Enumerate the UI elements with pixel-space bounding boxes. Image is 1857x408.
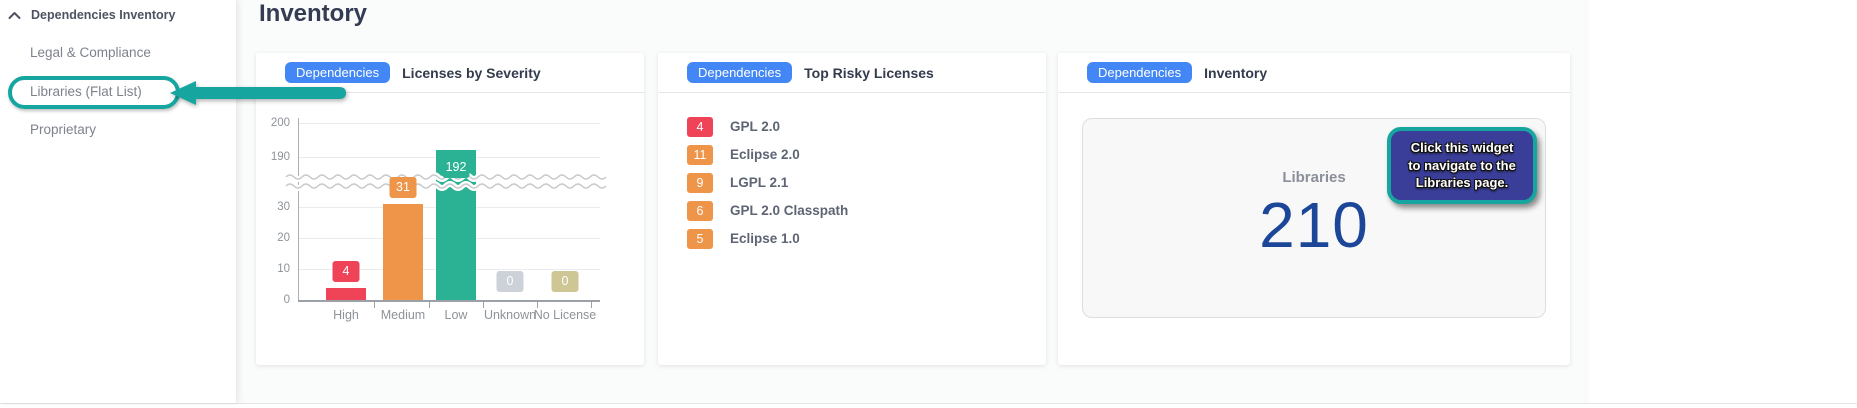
card-title: Inventory: [1204, 65, 1267, 81]
bar-medium[interactable]: [383, 204, 423, 300]
y-axis-line: [298, 118, 299, 300]
sidebar-item-legal-compliance[interactable]: Legal & Compliance: [30, 43, 151, 63]
chevron-up-icon: [8, 11, 21, 20]
y-tick-label-200: 200: [260, 117, 290, 129]
card-top-risky-licenses: Dependencies Top Risky Licenses 4 GPL 2.0…: [658, 53, 1046, 365]
license-label: GPL 2.0 Classpath: [730, 203, 848, 218]
dependencies-badge: Dependencies: [687, 62, 792, 83]
y-tick-label-20: 20: [260, 232, 290, 244]
dashboard-screen: Dependencies Inventory Legal & Complianc…: [0, 0, 1857, 408]
y-tick-label-0: 0: [260, 294, 290, 306]
annotation-arrow-icon: [170, 80, 346, 106]
bar-value-label-no-license: 0: [552, 271, 579, 292]
risky-license-row-eclipse-1-0[interactable]: 5 Eclipse 1.0: [687, 228, 800, 249]
license-count-badge: 4: [687, 117, 713, 137]
callout-text-line: Click this widget: [1397, 139, 1527, 157]
sidebar-group-label: Dependencies Inventory: [31, 8, 176, 22]
risky-license-row-gpl-2-0[interactable]: 4 GPL 2.0: [687, 116, 780, 137]
license-label: GPL 2.0: [730, 119, 780, 134]
card-header: Dependencies Top Risky Licenses: [658, 53, 1046, 93]
bottom-divider: [0, 403, 1857, 404]
bar-high[interactable]: [326, 288, 366, 300]
license-label: Eclipse 2.0: [730, 147, 800, 162]
license-label: LGPL 2.1: [730, 175, 788, 190]
license-count-badge: 11: [687, 145, 713, 165]
card-title: Licenses by Severity: [402, 65, 541, 81]
license-count-badge: 6: [687, 201, 713, 221]
gridline-200: [298, 123, 600, 124]
annotation-highlight-ring: [8, 76, 180, 109]
y-tick-label-30: 30: [260, 201, 290, 213]
license-label: Eclipse 1.0: [730, 231, 800, 246]
risky-license-row-lgpl-2-1[interactable]: 9 LGPL 2.1: [687, 172, 788, 193]
card-header: Dependencies Inventory: [1058, 53, 1570, 93]
instruction-callout: Click this widgetto navigate to theLibra…: [1387, 127, 1537, 204]
bar-value-label-medium: 31: [390, 177, 417, 198]
card-title: Top Risky Licenses: [804, 65, 934, 81]
license-count-badge: 9: [687, 173, 713, 193]
bar-value-label-low: 192: [443, 157, 470, 178]
y-tick-label-10: 10: [260, 263, 290, 275]
callout-text-line: to navigate to the: [1397, 157, 1527, 175]
x-axis-line: [298, 300, 600, 302]
bar-value-label-high: 4: [333, 261, 360, 282]
callout-text-line: Libraries page.: [1397, 174, 1527, 192]
sidebar-group-dependencies-inventory[interactable]: Dependencies Inventory: [8, 4, 176, 26]
risky-license-row-gpl-2-0-classpath[interactable]: 6 GPL 2.0 Classpath: [687, 200, 848, 221]
bar-value-label-unknown: 0: [497, 271, 524, 292]
category-label-no-license: No License: [530, 308, 600, 322]
y-tick-label-190: 190: [260, 151, 290, 163]
risky-license-row-eclipse-2-0[interactable]: 11 Eclipse 2.0: [687, 144, 800, 165]
sidebar: Dependencies Inventory Legal & Complianc…: [0, 0, 237, 403]
card-inventory: Dependencies Inventory Libraries 210 Cli…: [1058, 53, 1570, 365]
license-count-badge: 5: [687, 229, 713, 249]
dependencies-badge: Dependencies: [1087, 62, 1192, 83]
sidebar-item-proprietary[interactable]: Proprietary: [30, 120, 96, 140]
page-title: Inventory: [259, 0, 367, 28]
severity-chart: 01020301902004High31Medium192Low0Unknown…: [256, 93, 644, 365]
